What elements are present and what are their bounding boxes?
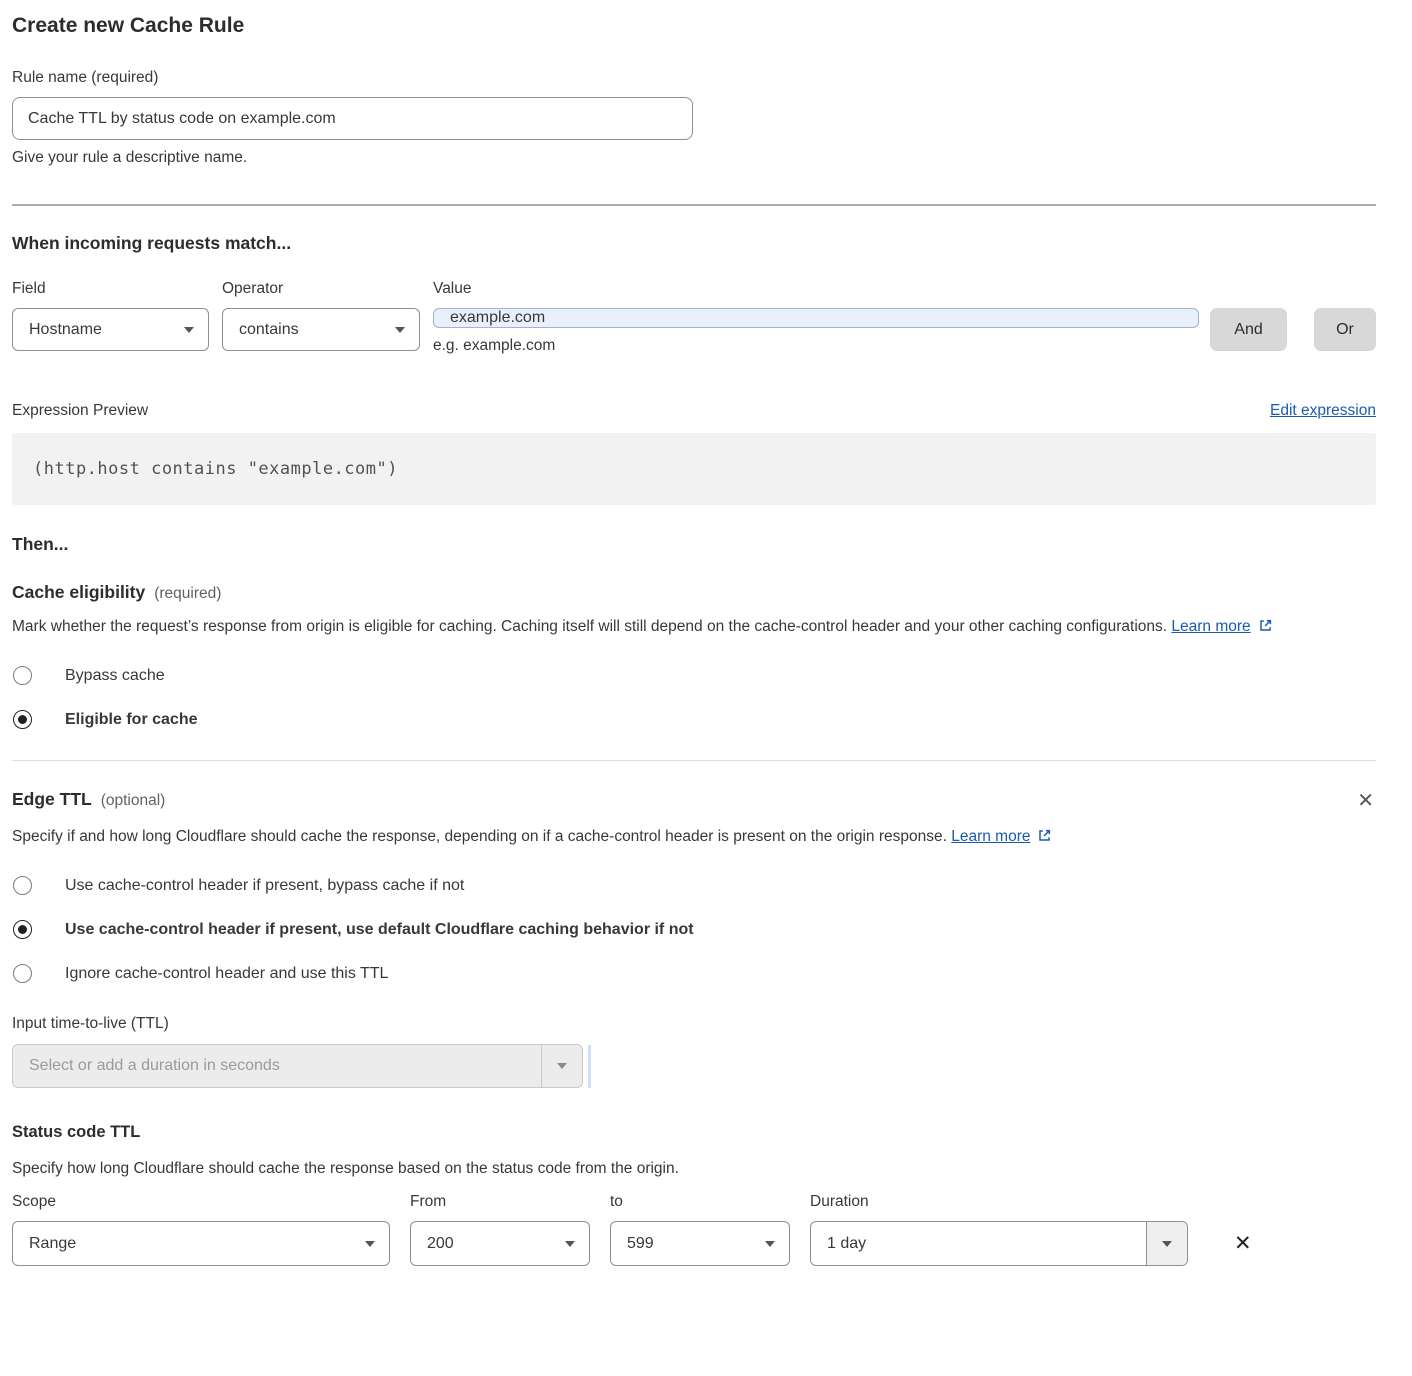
chevron-down-icon: [565, 1241, 575, 1247]
radio-label: Use cache-control header if present, byp…: [65, 877, 464, 895]
create-cache-rule-form: Create new Cache Rule Rule name (require…: [0, 0, 1412, 1296]
duration-select[interactable]: 1 day: [810, 1221, 1188, 1266]
external-link-icon: [1037, 828, 1052, 843]
learn-more-text: Learn more: [951, 828, 1030, 845]
value-input[interactable]: [433, 308, 1199, 328]
from-select[interactable]: 200: [410, 1221, 590, 1266]
radio-icon[interactable]: [13, 710, 32, 729]
chevron-down-icon: [395, 327, 405, 333]
radio-ignore-cache-control[interactable]: Ignore cache-control header and use this…: [12, 964, 1376, 983]
chevron-down-icon: [365, 1241, 375, 1247]
value-helper: e.g. example.com: [433, 337, 1199, 355]
field-select[interactable]: Hostname: [12, 308, 209, 351]
and-button[interactable]: And: [1210, 308, 1287, 351]
radio-cache-control-bypass[interactable]: Use cache-control header if present, byp…: [12, 876, 1376, 895]
to-select[interactable]: 599: [610, 1221, 790, 1266]
operator-select-value: contains: [239, 321, 299, 339]
operator-label: Operator: [222, 280, 420, 298]
learn-more-link[interactable]: Learn more: [1171, 618, 1272, 635]
section-divider: [12, 204, 1376, 206]
page-title: Create new Cache Rule: [12, 14, 1376, 38]
from-select-value: 200: [427, 1235, 454, 1253]
field-select-value: Hostname: [29, 321, 102, 339]
optional-tag: (optional): [101, 792, 166, 810]
operator-select[interactable]: contains: [222, 308, 420, 351]
chevron-down-icon: [184, 327, 194, 333]
rule-name-section: Rule name (required) Give your rule a de…: [12, 69, 1376, 167]
status-code-ttl-title: Status code TTL: [12, 1123, 1376, 1142]
edge-ttl-header: Edge TTL (optional) ✕: [12, 789, 1376, 813]
rule-name-label: Rule name (required): [12, 69, 1376, 87]
cache-eligibility-header: Cache eligibility (required): [12, 582, 1376, 603]
dropdown-arrow-button[interactable]: [1146, 1222, 1187, 1265]
condition-row: Field Hostname Operator contains Value e…: [12, 280, 1376, 355]
text-cursor: [588, 1045, 591, 1088]
edge-ttl-description: Specify if and how long Cloudflare shoul…: [12, 823, 1117, 851]
section-divider: [12, 760, 1376, 761]
scope-select-value: Range: [29, 1235, 76, 1253]
radio-bypass-cache[interactable]: Bypass cache: [12, 666, 1376, 685]
to-label: to: [610, 1193, 790, 1211]
scope-label: Scope: [12, 1193, 390, 1211]
expression-preview-label: Expression Preview: [12, 402, 148, 420]
rule-name-input[interactable]: [12, 97, 693, 140]
learn-more-link[interactable]: Learn more: [951, 828, 1052, 845]
chevron-down-icon: [557, 1063, 567, 1069]
value-label: Value: [433, 280, 1199, 298]
duration-select-value: 1 day: [811, 1222, 1146, 1265]
learn-more-text: Learn more: [1171, 618, 1250, 635]
status-code-ttl-row: Scope Range From 200 to 599 Duration 1 d…: [12, 1193, 1376, 1266]
or-button[interactable]: Or: [1314, 308, 1376, 351]
radio-icon[interactable]: [13, 876, 32, 895]
field-label: Field: [12, 280, 209, 298]
from-label: From: [410, 1193, 590, 1211]
ttl-input-label: Input time-to-live (TTL): [12, 1015, 1376, 1033]
description-text: Specify if and how long Cloudflare shoul…: [12, 828, 947, 845]
status-code-ttl-description: Specify how long Cloudflare should cache…: [12, 1155, 1376, 1183]
radio-label: Use cache-control header if present, use…: [65, 921, 694, 939]
external-link-icon: [1258, 618, 1273, 633]
edge-ttl-title: Edge TTL: [12, 789, 92, 810]
expression-code: (http.host contains "example.com"): [12, 433, 1376, 505]
ttl-placeholder: Select or add a duration in seconds: [13, 1045, 541, 1087]
ttl-duration-select[interactable]: Select or add a duration in seconds: [12, 1044, 583, 1088]
radio-eligible-for-cache[interactable]: Eligible for cache: [12, 710, 1376, 729]
required-tag: (required): [154, 585, 221, 603]
ttl-input-row: Select or add a duration in seconds: [12, 1044, 1376, 1088]
close-icon[interactable]: ✕: [1355, 789, 1376, 813]
rule-name-helper: Give your rule a descriptive name.: [12, 149, 1376, 167]
radio-label: Ignore cache-control header and use this…: [65, 965, 388, 983]
remove-row-icon[interactable]: ✕: [1234, 1221, 1252, 1266]
expression-preview-header: Expression Preview Edit expression: [12, 402, 1376, 420]
duration-label: Duration: [810, 1193, 1188, 1211]
radio-label: Bypass cache: [65, 667, 165, 685]
cache-eligibility-title: Cache eligibility: [12, 582, 145, 603]
edit-expression-link[interactable]: Edit expression: [1270, 402, 1376, 420]
radio-cache-control-default[interactable]: Use cache-control header if present, use…: [12, 920, 1376, 939]
description-text: Mark whether the request’s response from…: [12, 618, 1167, 635]
radio-icon[interactable]: [13, 964, 32, 983]
chevron-down-icon: [1162, 1241, 1172, 1247]
cache-eligibility-description: Mark whether the request’s response from…: [12, 613, 1376, 641]
radio-icon[interactable]: [13, 920, 32, 939]
to-select-value: 599: [627, 1235, 654, 1253]
dropdown-arrow-button[interactable]: [541, 1045, 582, 1087]
match-heading: When incoming requests match...: [12, 233, 1376, 254]
chevron-down-icon: [765, 1241, 775, 1247]
scope-select[interactable]: Range: [12, 1221, 390, 1266]
then-heading: Then...: [12, 534, 1376, 555]
radio-label: Eligible for cache: [65, 711, 197, 729]
radio-icon[interactable]: [13, 666, 32, 685]
